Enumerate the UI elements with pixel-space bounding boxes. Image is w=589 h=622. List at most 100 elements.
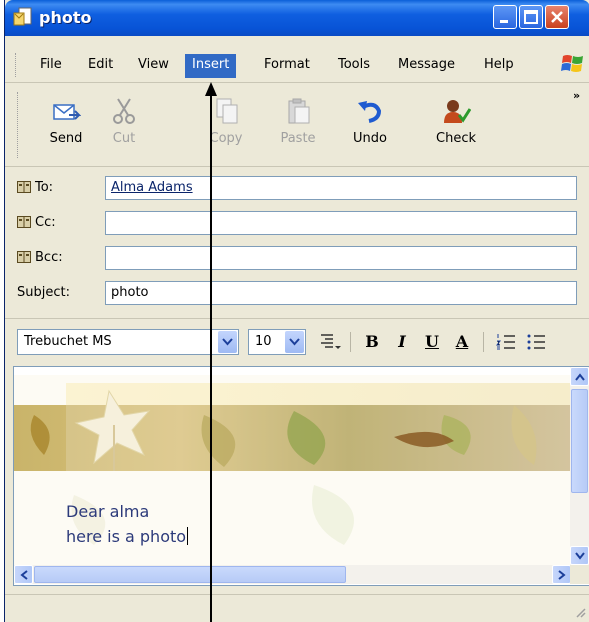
scroll-left-button[interactable] — [14, 565, 33, 584]
message-body[interactable]: Dear alma here is a photo — [13, 366, 589, 586]
address-book-icon — [17, 251, 31, 263]
to-button[interactable]: To: — [17, 180, 53, 195]
check-button[interactable]: Check — [425, 93, 487, 153]
message-text[interactable]: Dear alma here is a photo — [66, 499, 189, 549]
numbered-list-button[interactable] — [493, 330, 519, 354]
chevron-right-icon — [558, 570, 566, 580]
windows-logo-icon — [561, 55, 583, 72]
to-label: To: — [35, 180, 54, 195]
compose-message-icon — [13, 7, 32, 26]
scissors-icon — [113, 98, 135, 124]
horizontal-scrollbar[interactable] — [14, 565, 571, 584]
subject-label: Subject: — [17, 285, 70, 300]
chevron-down-icon — [289, 338, 300, 346]
title-bar[interactable]: photo — [5, 0, 589, 36]
font-color-button[interactable]: A — [449, 330, 475, 354]
scrollbar-corner — [570, 565, 589, 584]
cc-button[interactable]: Cc: — [17, 215, 56, 230]
horizontal-scroll-thumb[interactable] — [34, 566, 346, 583]
message-window: photo File Edit View Insert Format Tools… — [4, 0, 589, 622]
maximize-button[interactable] — [519, 5, 543, 29]
check-names-icon — [444, 100, 471, 123]
cut-label: Cut — [112, 131, 136, 146]
vertical-scrollbar[interactable] — [570, 367, 589, 565]
window-title: photo — [39, 8, 92, 27]
minimize-icon — [500, 20, 508, 23]
formatting-toolbar: Trebuchet MS 10 B I U A — [5, 322, 589, 366]
chevron-left-icon — [20, 570, 28, 580]
font-size-select[interactable]: 10 — [248, 329, 306, 355]
bullet-list-button[interactable] — [523, 330, 549, 354]
bcc-button[interactable]: Bcc: — [17, 250, 63, 265]
toolbar-overflow-chevron[interactable]: » — [573, 89, 580, 102]
paste-button[interactable]: Paste — [267, 93, 329, 153]
to-recipient[interactable]: Alma Adams — [111, 180, 193, 195]
close-icon — [551, 11, 563, 23]
text-caret — [187, 527, 189, 545]
menu-view[interactable]: View — [131, 54, 176, 78]
message-line-2: here is a photo — [66, 524, 189, 549]
numbered-list-icon — [496, 334, 515, 350]
maximize-icon — [524, 10, 538, 24]
resize-grip-icon[interactable] — [574, 606, 586, 618]
paste-label: Paste — [280, 131, 316, 146]
undo-label: Undo — [353, 131, 387, 146]
address-book-icon — [17, 181, 31, 193]
chevron-down-icon — [575, 552, 585, 560]
subject-row: Subject: photo — [17, 281, 582, 307]
chevron-down-icon — [222, 338, 233, 346]
cut-button[interactable]: Cut — [93, 93, 155, 153]
vertical-scroll-thumb[interactable] — [571, 389, 588, 493]
send-label: Send — [49, 131, 83, 146]
scroll-right-button[interactable] — [552, 565, 571, 584]
font-size-value: 10 — [255, 334, 272, 349]
menu-message[interactable]: Message — [391, 54, 462, 78]
underline-button[interactable]: U — [419, 330, 445, 354]
to-field[interactable]: Alma Adams — [105, 176, 577, 200]
undo-icon — [358, 101, 382, 123]
cc-field[interactable] — [105, 211, 577, 235]
menu-file[interactable]: File — [33, 54, 69, 78]
menu-help[interactable]: Help — [477, 54, 521, 78]
toolbar: Send Cut Copy Paste Undo Check » — [5, 85, 589, 165]
bold-button[interactable]: B — [359, 330, 385, 354]
check-label: Check — [436, 131, 476, 146]
menubar-separator — [5, 82, 589, 83]
cc-row: Cc: — [17, 211, 582, 237]
status-bar — [5, 594, 589, 622]
message-line-1: Dear alma — [66, 502, 150, 521]
size-dropdown-arrow[interactable] — [285, 331, 304, 353]
bullet-list-icon — [527, 334, 545, 350]
undo-button[interactable]: Undo — [339, 93, 401, 153]
bcc-row: Bcc: — [17, 246, 582, 272]
cc-label: Cc: — [35, 215, 56, 230]
italic-button[interactable]: I — [389, 330, 415, 354]
paste-icon — [288, 98, 310, 124]
paragraph-style-icon — [321, 334, 341, 349]
font-dropdown-arrow[interactable] — [218, 331, 237, 353]
pointer-arrow-icon — [205, 82, 217, 622]
bcc-field[interactable] — [105, 246, 577, 270]
send-button[interactable]: Send — [35, 93, 97, 153]
header-separator — [5, 318, 589, 319]
minimize-button[interactable] — [493, 5, 517, 29]
format-separator — [483, 332, 484, 352]
bcc-label: Bcc: — [35, 250, 63, 265]
close-button[interactable] — [545, 5, 569, 29]
chevron-up-icon — [575, 373, 585, 381]
menu-format[interactable]: Format — [257, 54, 317, 78]
menu-edit[interactable]: Edit — [81, 54, 120, 78]
scroll-up-button[interactable] — [570, 367, 589, 386]
paragraph-style-button[interactable] — [317, 330, 343, 354]
toolbar-separator — [5, 166, 589, 167]
menu-tools[interactable]: Tools — [331, 54, 377, 78]
scroll-down-button[interactable] — [570, 546, 589, 565]
send-icon — [53, 104, 81, 120]
message-line-2-text: here is a photo — [66, 527, 187, 546]
address-book-icon — [17, 216, 31, 228]
subject-field[interactable]: photo — [105, 281, 577, 305]
format-separator — [350, 332, 351, 352]
menu-bar: File Edit View Insert Format Tools Messa… — [5, 50, 589, 80]
menu-insert[interactable]: Insert — [185, 54, 237, 78]
font-name-value: Trebuchet MS — [24, 334, 112, 349]
